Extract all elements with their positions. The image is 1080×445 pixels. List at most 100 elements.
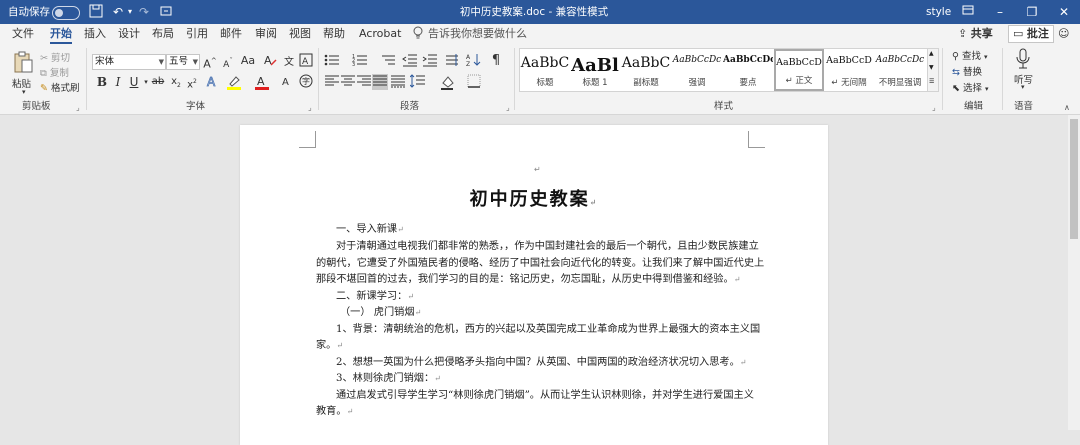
clipboard-launcher-icon[interactable]: ⌟ [76,103,80,112]
numbering-icon[interactable]: 123 [352,53,368,69]
scrollbar-thumb[interactable] [1070,119,1078,239]
style-item[interactable]: AaBbC 标题 [520,49,570,91]
tab-mailings[interactable]: 邮件 [220,24,242,44]
justify-icon[interactable] [372,74,388,90]
replace-button[interactable]: ⇆ 替换 [952,64,982,78]
superscript-icon[interactable]: x2 [184,74,200,90]
paste-dropdown-icon[interactable]: ▾ [22,88,26,96]
shrink-font-icon[interactable]: Aˇ [220,53,236,70]
paragraph-launcher-icon[interactable]: ⌟ [506,103,510,112]
bold-icon[interactable]: B [94,74,110,90]
tab-file[interactable]: 文件 [12,24,34,44]
shading-icon[interactable] [440,74,456,90]
styles-launcher-icon[interactable]: ⌟ [932,103,936,112]
style-item[interactable]: AaBl 标题 1 [570,49,620,91]
font-size-select[interactable]: 五号 ▼ [166,54,200,70]
text-effects-icon[interactable]: A [204,74,220,90]
style-item[interactable]: AaBbC 副标题 [621,49,671,91]
tab-acrobat[interactable]: Acrobat [359,24,401,44]
copy-button[interactable]: ⧉ 复制 [40,65,69,79]
chevron-up-icon[interactable]: ▲ [929,50,934,57]
change-case-icon[interactable]: Aa [240,53,256,69]
more-styles-icon[interactable]: ☰ [929,78,934,85]
chinese-layout-icon[interactable] [444,53,460,69]
line-text: 2、想想一英国为什么把侵略矛头指向中国？从英国、中国两国的政治经济状况切入思考。 [336,357,740,368]
share-button[interactable]: ⇪ 共享 [958,24,993,44]
font-launcher-icon[interactable]: ⌟ [308,103,312,112]
svg-text:A: A [302,57,309,67]
style-item[interactable]: AaBbCcDc 强调 [672,49,722,91]
paragraph-mark: ↵ [534,165,541,174]
distributed-icon[interactable] [390,74,406,90]
minimize-icon[interactable]: – [992,4,1008,20]
microphone-icon[interactable] [1014,48,1032,70]
chevron-down-icon[interactable]: ▼ [929,64,934,71]
tab-help[interactable]: 帮助 [323,24,345,44]
tell-me-search[interactable]: 告诉我你想要做什么 [428,24,527,44]
paragraph-mark: ↵ [434,374,441,383]
style-item[interactable]: AaBbCcD ↵ 正文 [774,49,824,91]
dictate-dropdown-icon[interactable]: ▾ [1021,83,1025,91]
tab-references[interactable]: 引用 [186,24,208,44]
divider [318,48,319,110]
sort-icon[interactable]: AZ [466,53,482,69]
comments-button[interactable]: ▭ 批注 [1008,25,1054,43]
subscript-icon[interactable]: x2 [168,74,184,90]
editing-group-label: 编辑 [964,101,984,112]
multilevel-list-icon[interactable] [380,53,396,69]
style-name: 标题 [536,78,554,88]
font-color-icon[interactable]: A [254,74,270,90]
redo-icon[interactable]: ↷ [136,4,152,20]
autosave-toggle[interactable] [52,6,80,20]
align-center-icon[interactable] [340,74,356,90]
italic-icon[interactable]: I [110,74,126,90]
borders-icon[interactable] [466,74,482,90]
tab-insert[interactable]: 插入 [84,24,106,44]
clear-formatting-icon[interactable]: A [262,53,278,69]
line-spacing-icon[interactable] [409,74,426,90]
styles-scroll[interactable]: ▲ ▼ ☰ [927,48,939,92]
highlight-icon[interactable] [226,74,242,90]
paste-icon[interactable] [12,50,34,74]
collapse-ribbon-icon[interactable]: ∧ [1064,103,1070,112]
comments-label: 批注 [1026,27,1049,40]
bullets-icon[interactable] [324,53,340,69]
align-left-icon[interactable] [324,74,340,90]
smiley-icon[interactable]: ☺ [1058,24,1069,44]
strikethrough-icon[interactable]: ab [150,74,166,90]
line-text: 1、背景：清朝统治的危机，西方的兴起以及英国完成工业革命成为世界上最强大的资本主… [336,324,761,335]
line-text: 的朝代，它遭受了外国殖民者的侵略、经历了中国社会向近代化的转变。让我们来了解中国… [316,258,765,269]
user-label[interactable]: style [926,0,951,24]
cut-button[interactable]: ✂ 剪切 [40,50,70,64]
tab-view[interactable]: 视图 [289,24,311,44]
enclose-characters-icon[interactable]: 字 [298,74,314,90]
decrease-indent-icon[interactable] [402,53,418,69]
tab-review[interactable]: 审阅 [255,24,277,44]
grow-font-icon[interactable]: A^ [202,53,218,71]
tab-design[interactable]: 设计 [118,24,140,44]
vertical-scrollbar[interactable] [1068,115,1080,430]
customize-icon[interactable] [158,4,174,20]
style-item[interactable]: AaBbCcDc 不明显强调 [875,49,925,91]
tab-layout[interactable]: 布局 [152,24,174,44]
style-item[interactable]: AaBbCcD ↵ 无间隔 [824,49,874,91]
format-painter-button[interactable]: ✎ 格式刷 [40,80,80,94]
find-button[interactable]: ⚲ 查找 ▾ [952,48,988,62]
save-icon[interactable] [88,4,104,20]
increase-indent-icon[interactable] [422,53,438,69]
style-item[interactable]: AaBbCcDc 要点 [723,49,773,91]
font-name-select[interactable]: 宋体 ▼ [92,54,166,70]
autosave-label: 自动保存 [8,6,50,18]
style-sample: AaBbC [621,55,671,71]
phonetic-guide-icon[interactable]: 文 [280,53,296,69]
show-formatting-icon[interactable]: ¶ [488,53,504,69]
document-page[interactable]: ↵ 初中历史教案↵ 一、导入新课↵ 对于清朝通过电视我们都非常的熟悉，，作为中国封… [240,125,828,445]
enclosed-character-icon[interactable]: A [280,74,296,90]
restore-icon[interactable]: ❐ [1024,4,1040,20]
tab-home[interactable]: 开始 [50,24,72,45]
select-button[interactable]: ⬉ 选择 ▾ [952,80,989,94]
close-icon[interactable]: ✕ [1056,4,1072,20]
align-right-icon[interactable] [356,74,372,90]
ribbon-display-icon[interactable] [960,4,976,20]
character-border-icon[interactable]: A [298,53,314,69]
